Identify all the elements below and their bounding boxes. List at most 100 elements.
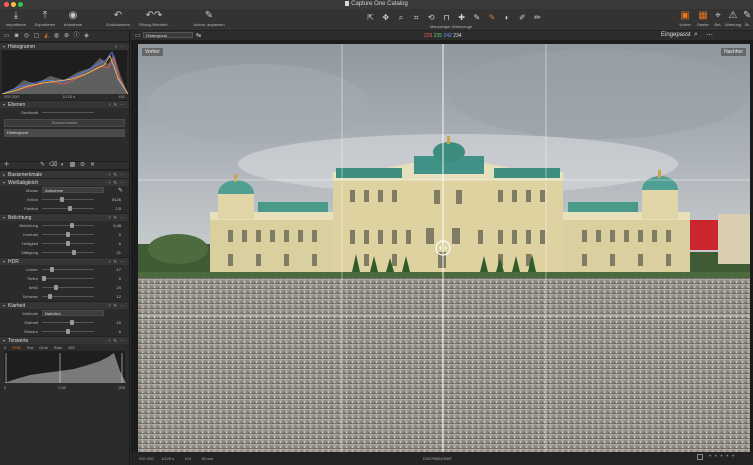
layer-mask-button[interactable]: Ebenenmaske bbox=[4, 119, 125, 127]
slider-knob[interactable] bbox=[68, 206, 72, 211]
section-tools[interactable]: ? ✎ ⋯ bbox=[108, 303, 125, 308]
kelvin-slider[interactable] bbox=[42, 197, 94, 202]
gradient-icon[interactable]: ◐ bbox=[59, 162, 66, 169]
add-layer-icon[interactable]: ✛ bbox=[3, 162, 10, 169]
pan-tool-icon[interactable]: ✥ bbox=[379, 12, 392, 23]
levels-midtone[interactable]: 0,00 bbox=[58, 385, 66, 390]
tab-blue[interactable]: Blau bbox=[54, 345, 62, 350]
white-balance-header[interactable]: ▾ Weißabgleich ? ✎ ⋯ bbox=[0, 178, 129, 186]
rating-stars[interactable]: • • • • • bbox=[709, 454, 735, 460]
levels-input-high[interactable]: 255 bbox=[68, 345, 75, 350]
delete-layer-icon[interactable]: ✕ bbox=[89, 162, 96, 169]
white-slider[interactable] bbox=[42, 285, 94, 290]
slider-knob[interactable] bbox=[54, 285, 58, 290]
exposure-slider[interactable] bbox=[42, 223, 94, 228]
rotate-tool-icon[interactable]: ⟲ bbox=[425, 12, 438, 23]
exposure-header[interactable]: ▾ Belichtung ? ✎ ⋯ bbox=[0, 213, 129, 221]
clarity-value[interactable]: 10 bbox=[105, 320, 121, 325]
sketch-button[interactable]: ✎ Sk bbox=[742, 9, 752, 27]
warning-button[interactable]: ⚠ Warnung bbox=[724, 9, 742, 27]
import-button[interactable]: ⤓ Importieren bbox=[4, 9, 28, 27]
clarity-header[interactable]: ▾ Klarheit ? ✎ ⋯ bbox=[0, 301, 129, 309]
slider-knob[interactable] bbox=[70, 223, 74, 228]
tint-slider[interactable] bbox=[42, 206, 94, 211]
levels-header[interactable]: ▾ Tonwerte ? ✎ ⋯ bbox=[0, 336, 129, 344]
tab-green[interactable]: Grün bbox=[39, 345, 48, 350]
section-tools[interactable]: ? ✎ ⋯ bbox=[108, 172, 125, 177]
wb-mode-select[interactable]: Aufnahme bbox=[42, 187, 104, 193]
folder-tab-icon[interactable]: ▭ bbox=[3, 33, 10, 40]
slider-knob[interactable] bbox=[50, 267, 54, 272]
section-tools[interactable]: ? ⋯ bbox=[115, 44, 125, 49]
adjustments-tab-icon[interactable]: ◈ bbox=[83, 33, 90, 40]
export-button[interactable]: ⤒ Exportieren bbox=[31, 9, 59, 27]
levels-input-low[interactable]: 0 bbox=[4, 345, 6, 350]
select-tool-icon[interactable]: ⇱ bbox=[364, 12, 377, 23]
hdr-header[interactable]: ▾ HDR ? ✎ ⋯ bbox=[0, 257, 129, 265]
slider-knob[interactable] bbox=[66, 329, 70, 334]
exposure-tab-icon[interactable]: ◭ bbox=[43, 33, 50, 40]
section-tools[interactable]: ? ✎ ⋯ bbox=[108, 180, 125, 185]
fill-icon[interactable]: ▩ bbox=[69, 162, 76, 169]
contrast-value[interactable]: 0 bbox=[105, 232, 121, 237]
before-button[interactable]: ▣ Vorher bbox=[677, 9, 693, 27]
exposure-warning-button[interactable]: ⌖ Bel. bbox=[712, 9, 724, 27]
viewer-mode-icon[interactable]: ▭ bbox=[135, 32, 141, 39]
shadows-slider[interactable] bbox=[42, 276, 94, 281]
section-tools[interactable]: ? ✎ ⋯ bbox=[108, 102, 125, 107]
levels-output-low[interactable]: 0 bbox=[4, 385, 6, 390]
reset-button[interactable]: ↶ Zurücksetzen bbox=[102, 9, 134, 27]
pipette-tool-icon[interactable]: ✎ bbox=[470, 12, 483, 23]
shadows-value[interactable]: 0 bbox=[105, 276, 121, 281]
metadata-tab-icon[interactable]: ⓘ bbox=[73, 33, 80, 40]
highlights-value[interactable]: -17 bbox=[105, 267, 121, 272]
saturation-value[interactable]: 21 bbox=[105, 250, 121, 255]
color-picker-icon[interactable]: ✏ bbox=[531, 12, 544, 23]
picker-icon[interactable]: ✎ bbox=[118, 187, 123, 194]
auto-adjust-button[interactable]: ✎ Autom. anpassen bbox=[190, 9, 228, 27]
gradient-tool-icon[interactable]: ◐ bbox=[501, 12, 514, 23]
slider-knob[interactable] bbox=[66, 241, 70, 246]
slider-knob[interactable] bbox=[70, 320, 74, 325]
saturation-slider[interactable] bbox=[42, 250, 94, 255]
brightness-slider[interactable] bbox=[42, 241, 94, 246]
tint-value[interactable]: 2,5 bbox=[105, 206, 121, 211]
zoom-icon[interactable]: ⌕ bbox=[694, 31, 698, 39]
zoom-tool-icon[interactable]: ⌕ bbox=[394, 12, 407, 23]
brightness-value[interactable]: 0 bbox=[105, 241, 121, 246]
composition-tab-icon[interactable]: ▢ bbox=[33, 33, 40, 40]
opacity-slider[interactable] bbox=[42, 112, 94, 113]
slider-knob[interactable] bbox=[48, 294, 52, 299]
white-value[interactable]: 24 bbox=[105, 285, 121, 290]
clarity-method-select[interactable]: Natürlich bbox=[42, 310, 104, 316]
lens-tab-icon[interactable]: ◎ bbox=[23, 33, 30, 40]
section-tools[interactable]: ? ✎ ⋯ bbox=[108, 338, 125, 343]
black-value[interactable]: 12 bbox=[105, 294, 121, 299]
zoom-fit-label[interactable]: Eingepasst bbox=[661, 32, 691, 38]
grid-button[interactable]: ▦ Raster bbox=[695, 9, 711, 27]
spot-tool-icon[interactable]: ✚ bbox=[455, 12, 468, 23]
camera-tab-icon[interactable]: ◙ bbox=[13, 33, 20, 40]
rating-box[interactable] bbox=[697, 454, 703, 460]
sync-icon[interactable]: ↹ bbox=[196, 32, 201, 39]
basics-header[interactable]: ▸ Basismerkmale ? ✎ ⋯ bbox=[0, 170, 129, 178]
tab-red[interactable]: Rot bbox=[27, 345, 33, 350]
slider-knob[interactable] bbox=[66, 232, 70, 237]
crop-tool-icon[interactable]: ⌗ bbox=[410, 12, 423, 23]
color-tab-icon[interactable]: ◍ bbox=[53, 33, 60, 40]
kelvin-value[interactable]: 5126 bbox=[105, 197, 121, 202]
keystone-tool-icon[interactable]: ⊓ bbox=[440, 12, 453, 23]
black-slider[interactable] bbox=[42, 294, 94, 299]
photo-canvas[interactable]: Vorher Nachher bbox=[138, 44, 750, 452]
layer-item[interactable]: Hintergrund bbox=[4, 129, 125, 137]
contrast-slider[interactable] bbox=[42, 232, 94, 237]
brush-icon[interactable]: ✎ bbox=[39, 162, 46, 169]
details-tab-icon[interactable]: ⊕ bbox=[63, 33, 70, 40]
erase-icon[interactable]: ⌫ bbox=[49, 162, 57, 169]
variant-select[interactable]: Hintergrund bbox=[143, 32, 193, 38]
structure-value[interactable]: 0 bbox=[105, 329, 121, 334]
brush-tool-icon[interactable]: ✎ bbox=[485, 12, 498, 23]
slider-knob[interactable] bbox=[60, 197, 64, 202]
clarity-slider[interactable] bbox=[42, 320, 94, 325]
tab-rgb[interactable]: RGB bbox=[12, 345, 21, 350]
